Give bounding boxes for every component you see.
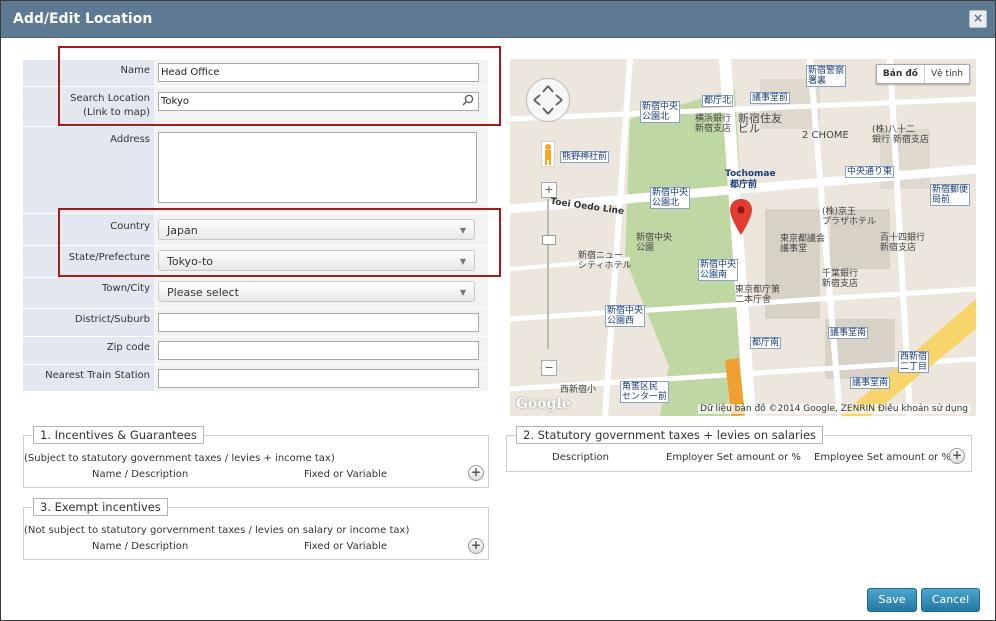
add-incentive-plus-icon[interactable]: + <box>468 465 484 481</box>
map-label-tochomae: Tochomae <box>725 169 776 179</box>
town-label: Town/City <box>101 283 150 294</box>
dialog-title: Add/Edit Location <box>13 11 153 27</box>
map-label-tokyo-gijido: 東京都議会 議事堂 <box>780 234 826 254</box>
map-label-park-west: 新宿中央 公園西 <box>605 305 646 327</box>
zoom-out-button[interactable]: − <box>541 360 557 376</box>
map-label-gijido: 議事堂前 <box>750 92 791 104</box>
statutory-col-employer: Employer Set amount or % <box>666 452 801 463</box>
map-label-park-center-station: 新宿中央 公園北 <box>650 187 691 209</box>
map-label-nishishinjuku: 西新宿 二丁目 <box>898 351 930 373</box>
highlight-box-name-search <box>58 46 501 126</box>
exempt-col-fixed: Fixed or Variable <box>304 541 387 552</box>
add-edit-location-dialog: Add/Edit Location × Name Head Office Sea… <box>0 0 996 621</box>
add-exempt-plus-icon[interactable]: + <box>468 538 484 554</box>
map-label-plaza: (株)京王 プラザホテル <box>822 207 877 227</box>
map-attribution[interactable]: Dữ liệu bản đồ ©2014 Google, ZENRIN Điều… <box>698 404 970 414</box>
address-row: Address <box>23 127 488 213</box>
map-label-gijido-south-2: 議事堂南 <box>850 377 891 389</box>
map-label-kakudo: 角筈区民 センター前 <box>620 381 670 403</box>
map-label-tochokita: 都庁北 <box>702 95 734 107</box>
chevron-down-icon: ▼ <box>459 288 466 297</box>
incentives-title: 1. Incentives & Guarantees <box>33 426 204 444</box>
map-label-sumitomo: 新宿住友 ビル <box>738 112 782 135</box>
map-label-park-south: 新宿中央 公園南 <box>698 259 739 281</box>
map-label-chiba: 千葉銀行 新宿支店 <box>822 269 859 289</box>
map-label-tocho-minami: 都庁南 <box>750 337 782 349</box>
location-pin-icon[interactable] <box>730 199 752 235</box>
incentives-col-fixed: Fixed or Variable <box>304 469 387 480</box>
address-textarea[interactable] <box>158 132 477 203</box>
close-button[interactable]: × <box>969 10 987 28</box>
incentives-col-name: Name / Description <box>92 469 189 480</box>
map-label-nishi: 西新宿小 <box>560 385 597 395</box>
map-type-satellite-button[interactable]: Vệ tinh <box>925 65 969 83</box>
map-label-hyakujushi: 百十四銀行 新宿支店 <box>880 233 926 253</box>
map-label-gijido-minami: 議事堂南 <box>828 327 869 339</box>
map-label-park: 新宿中央 公園 <box>636 233 673 253</box>
google-logo: Google <box>516 396 571 412</box>
statutory-title: 2. Statutory government taxes + levies o… <box>516 426 824 444</box>
map-type-toggle: Bản đồ Vệ tinh <box>875 64 970 84</box>
district-input[interactable] <box>158 313 479 332</box>
map-label-tochodai2: 東京都庁第 二本庁舎 <box>735 285 781 305</box>
map-label-kumano: 熊野神社前 <box>560 151 610 163</box>
street-view-pegman-icon[interactable] <box>541 141 555 167</box>
cancel-button[interactable]: Cancel <box>921 588 980 612</box>
zoom-control: + − <box>541 179 557 379</box>
map-label-hachijuni: (株)八十二 銀行 新宿支店 <box>872 125 929 145</box>
zoom-in-button[interactable]: + <box>541 182 557 198</box>
district-row: District/Suburb <box>23 309 488 336</box>
pan-arrows-icon <box>533 85 563 115</box>
statutory-col-employee: Employee Set amount or % <box>814 452 951 463</box>
save-button[interactable]: Save <box>867 588 917 612</box>
town-row: Town/City Please select ▼ <box>23 278 488 308</box>
map-label-tochomae-jp: 都庁前 <box>730 180 758 190</box>
zip-label: Zip code <box>106 342 150 353</box>
map-label-hotel: 新宿ニュー シティホテル <box>578 251 632 271</box>
exempt-title: 3. Exempt incentives <box>33 498 168 516</box>
map-label-2-chome: 2 CHOME <box>802 130 849 141</box>
station-label: Nearest Train Station <box>45 370 150 381</box>
highlight-box-country-state <box>58 208 501 277</box>
add-statutory-plus-icon[interactable]: + <box>949 448 965 464</box>
map-type-map-button[interactable]: Bản đồ <box>877 65 925 83</box>
address-label: Address <box>110 134 150 145</box>
statutory-col-description: Description <box>552 452 609 463</box>
pan-control[interactable] <box>526 78 570 122</box>
zip-row: Zip code <box>23 337 488 364</box>
district-label: District/Suburb <box>74 314 150 325</box>
zip-input[interactable] <box>158 341 479 360</box>
map-label-bank: 横浜銀行 新宿支店 <box>695 114 732 134</box>
map-label-park-north: 新宿中央 公園北 <box>640 101 681 123</box>
station-row: Nearest Train Station <box>23 365 488 391</box>
incentives-note: (Subject to statutory government taxes /… <box>24 453 335 464</box>
map-label-post: 新宿郵便 局前 <box>930 184 971 206</box>
zoom-slider-handle[interactable] <box>542 235 556 245</box>
map-label-seiyaku: 新宿警察 署裏 <box>806 65 847 87</box>
town-select[interactable]: Please select ▼ <box>158 281 475 302</box>
map-label-chuodori: 中央通り東 <box>845 166 895 178</box>
town-value: Please select <box>167 286 239 299</box>
exempt-col-name: Name / Description <box>92 541 189 552</box>
station-input[interactable] <box>158 369 479 388</box>
exempt-note: (Not subject to statutory gorvernment ta… <box>24 525 410 536</box>
dialog-titlebar: Add/Edit Location × <box>1 1 995 38</box>
map-view[interactable]: Bản đồ Vệ tinh + − 新宿中央 公園北 都庁北 議事堂前 新宿警察… <box>510 59 976 416</box>
